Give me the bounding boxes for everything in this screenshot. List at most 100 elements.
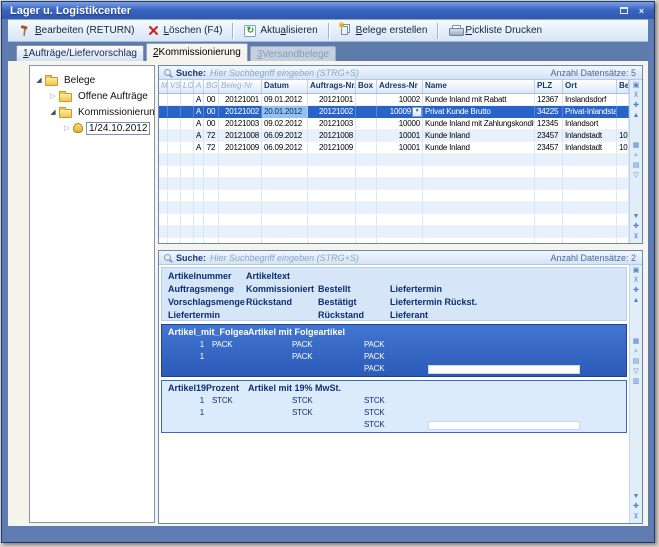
expanded-arrow-icon[interactable]: ◢ [48, 108, 58, 116]
restore-window-button[interactable] [616, 5, 631, 17]
grid-cell[interactable]: Kunde Inland mit Zahlungskondition [423, 118, 535, 130]
tree-item-1-24-10-2012[interactable]: ▷1/24.10.2012 [30, 120, 154, 136]
magnifier-icon[interactable]: ⌕ [631, 347, 642, 357]
grid-cell[interactable] [159, 142, 168, 154]
article-record[interactable]: Artikel19ProzentArtikel mit 19% MwSt.1ST… [161, 380, 627, 433]
column-header-a[interactable]: A [194, 80, 204, 93]
magnifier-icon[interactable]: ⌕ [631, 151, 642, 161]
grid-cell[interactable]: 06.09.2012 [262, 142, 308, 154]
tree-item-offene-auftr-ge[interactable]: ▷Offene Aufträge [30, 88, 154, 104]
column-header-auftrags-nr-[interactable]: Auftrags-Nr. [308, 80, 356, 93]
grid-cell[interactable] [181, 106, 194, 118]
grid-cell[interactable] [168, 130, 181, 142]
positions-search-input[interactable]: Hier Suchbegriff eingeben (STRG+S) [210, 253, 550, 263]
grid-cell[interactable]: 23457 [535, 130, 563, 142]
tab-kommissionierung[interactable]: 2 Kommissionierung [146, 43, 248, 61]
grid-cell[interactable]: 20121001 [219, 94, 262, 106]
grid-cell[interactable]: 20121009 [308, 142, 356, 154]
grid-cell[interactable]: 10009▼ [377, 106, 423, 118]
grid-cell[interactable]: 105 [617, 130, 629, 142]
grid-cell[interactable] [181, 130, 194, 142]
orders-search-input[interactable]: Hier Suchbegriff eingeben (STRG+S) [210, 68, 550, 78]
collapsed-arrow-icon[interactable]: ▷ [48, 92, 58, 100]
grid-cell[interactable] [617, 94, 629, 106]
dropdown-button[interactable]: ▼ [412, 107, 422, 117]
grid-cell[interactable] [159, 118, 168, 130]
insert-icon[interactable]: ✚ [631, 101, 642, 111]
table-row[interactable]: A002012100220.01.20122012100210009▼Priva… [159, 106, 629, 118]
column-header-bg[interactable]: BG [204, 80, 219, 93]
grid-cell[interactable] [617, 106, 629, 118]
grid-cell[interactable]: 72 [204, 142, 219, 154]
grid-cell[interactable]: 10002 [377, 94, 423, 106]
grid-cell[interactable]: 20121001 [308, 94, 356, 106]
grid-cell[interactable] [356, 142, 377, 154]
scroll-bottom-icon[interactable]: ⊻ [631, 512, 642, 522]
column-header-name[interactable]: Name [423, 80, 535, 93]
table-icon[interactable]: ▦ [631, 337, 642, 347]
grid-cell[interactable] [168, 106, 181, 118]
grid-cell[interactable]: Privat Kunde Brutto [423, 106, 535, 118]
filter-icon[interactable]: ▽ [631, 367, 642, 377]
grid-cell[interactable] [356, 106, 377, 118]
grid-cell[interactable]: A [194, 130, 204, 142]
scroll-up-icon[interactable]: ▲ [631, 111, 642, 121]
column-header-m[interactable]: M [159, 80, 168, 93]
insert-icon[interactable]: ✚ [631, 222, 642, 232]
grid-cell[interactable] [168, 118, 181, 130]
print-picklist-button[interactable]: Pickliste Drucken [442, 22, 548, 40]
table-row[interactable]: A722012100906.09.20122012100910001Kunde … [159, 142, 629, 154]
grid-cell[interactable]: Kunde Inland [423, 130, 535, 142]
grid-cell[interactable]: 06.09.2012 [262, 130, 308, 142]
column-header-vs[interactable]: VS [168, 80, 181, 93]
grid-cell[interactable]: 12345 [535, 118, 563, 130]
grid-cell[interactable] [181, 142, 194, 154]
table-row[interactable]: A002012100109.01.20122012100110002Kunde … [159, 94, 629, 106]
grid-cell[interactable] [356, 94, 377, 106]
scroll-down-icon[interactable]: ▼ [631, 212, 642, 222]
grid-cell[interactable]: 23457 [535, 142, 563, 154]
grid-cell[interactable] [159, 94, 168, 106]
close-window-button[interactable]: × [634, 5, 649, 17]
grid-cell[interactable]: 10000 [377, 118, 423, 130]
grid-cell[interactable] [159, 130, 168, 142]
grid-cell[interactable] [617, 118, 629, 130]
grid-cell[interactable] [356, 118, 377, 130]
grid-cell[interactable]: 00 [204, 94, 219, 106]
grid-cell[interactable]: Inlandstadt [563, 130, 617, 142]
list-icon[interactable]: ▤ [631, 161, 642, 171]
grid-cell[interactable]: 09.02.2012 [262, 118, 308, 130]
column-header-plz[interactable]: PLZ [535, 80, 563, 93]
article-record[interactable]: Artikel_mit_FolgeartikelArtikel mit Folg… [161, 324, 627, 377]
grid-cell[interactable]: Inslandsdorf [563, 94, 617, 106]
column-header-lo[interactable]: LO [181, 80, 194, 93]
grid-cell[interactable] [159, 106, 168, 118]
grid-cell[interactable]: 20121002 [308, 106, 356, 118]
tab-auftraege-liefervorschlag[interactable]: 1 Aufträge/Liefervorschlag [16, 45, 144, 61]
column-header-box[interactable]: Box [356, 80, 377, 93]
refresh-button[interactable]: ↻Aktualisieren [237, 22, 323, 40]
grid-cell[interactable] [181, 94, 194, 106]
column-header-bel[interactable]: Bel [617, 80, 629, 93]
grid-cell[interactable] [168, 142, 181, 154]
grid-cell[interactable] [181, 118, 194, 130]
grid-cell[interactable]: 00 [204, 118, 219, 130]
tree-item-belege[interactable]: ◢Belege [30, 72, 154, 88]
collapsed-arrow-icon[interactable]: ▷ [62, 124, 72, 132]
column-header-beleg-nr[interactable]: Beleg-Nr [219, 80, 262, 93]
title-bar[interactable]: Lager u. Logistikcenter × [2, 2, 654, 19]
grid-cell[interactable]: 10001 [377, 142, 423, 154]
column-header-adress-nr[interactable]: Adress-Nr [377, 80, 423, 93]
table-icon[interactable]: ▦ [631, 141, 642, 151]
grid-cell[interactable]: 00 [204, 106, 219, 118]
grid-cell[interactable]: 20121008 [219, 130, 262, 142]
grid-cell[interactable]: 20.01.2012 [262, 106, 308, 118]
grid-cell[interactable]: 20121008 [308, 130, 356, 142]
grid-cell[interactable] [356, 130, 377, 142]
grid-cell[interactable]: 105 [617, 142, 629, 154]
grid-cell[interactable]: 12367 [535, 94, 563, 106]
insert-icon[interactable]: ✚ [631, 286, 642, 296]
column-header-datum[interactable]: Datum [262, 80, 308, 93]
grid-cell[interactable]: 20121003 [308, 118, 356, 130]
grid-cell[interactable]: Inlandsort [563, 118, 617, 130]
